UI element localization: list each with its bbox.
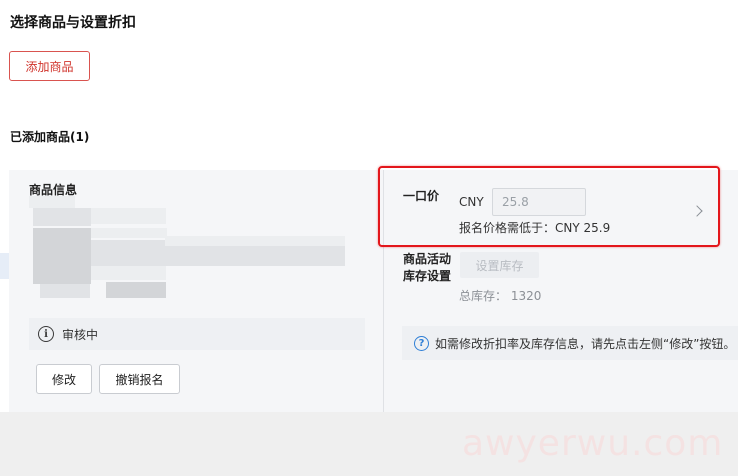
add-product-button[interactable]: 添加商品 bbox=[9, 51, 90, 81]
review-status-box: i 审核中 bbox=[29, 318, 365, 350]
review-status-text: 审核中 bbox=[62, 327, 99, 342]
edit-button[interactable]: 修改 bbox=[36, 364, 92, 394]
highlight-box bbox=[378, 166, 720, 247]
side-tab bbox=[0, 253, 9, 279]
question-icon: ? bbox=[414, 335, 429, 351]
added-products-title: 已添加商品(1) bbox=[10, 130, 90, 144]
stock-settings-label: 商品活动 库存设置 bbox=[403, 252, 452, 283]
withdraw-button[interactable]: 撤销报名 bbox=[99, 364, 180, 394]
notice-text: 如需修改折扣率及库存信息，请先点击左侧“修改”按钮。 bbox=[435, 336, 736, 351]
set-stock-button[interactable]: 设置库存 bbox=[460, 252, 539, 278]
section-title: 选择商品与设置折扣 bbox=[10, 15, 136, 31]
total-stock: 总库存： 1320 bbox=[459, 289, 542, 303]
info-icon: i bbox=[38, 326, 54, 342]
watermark: awyerwu.com bbox=[462, 423, 724, 464]
notice-box: ? 如需修改折扣率及库存信息，请先点击左侧“修改”按钮。 bbox=[402, 326, 738, 360]
